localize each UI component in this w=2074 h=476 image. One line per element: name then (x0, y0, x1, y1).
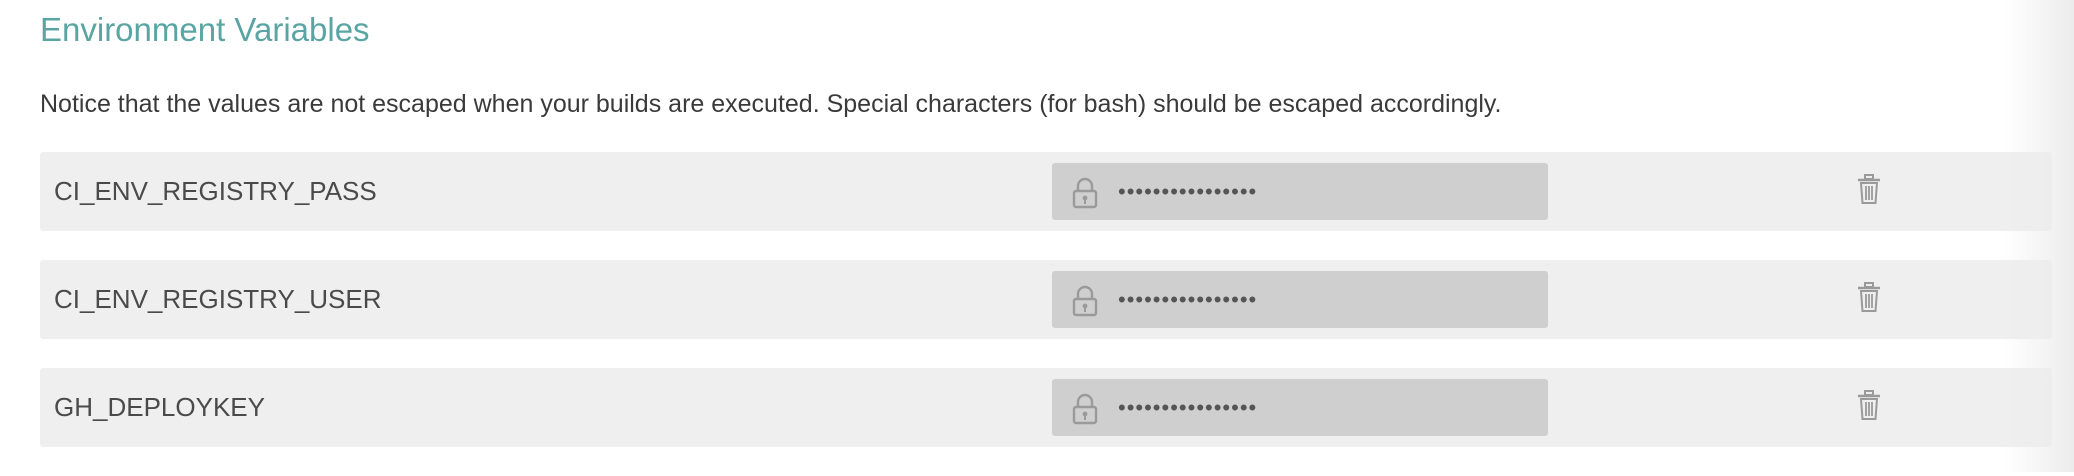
env-variable-value-field[interactable]: •••••••••••••••• (1052, 163, 1548, 220)
env-variable-value-field[interactable]: •••••••••••••••• (1052, 271, 1548, 328)
lock-icon (1071, 285, 1099, 317)
trash-icon (1856, 173, 1882, 210)
env-variable-list: CI_ENV_REGISTRY_PASS •••••••••••••••• CI… (40, 152, 2052, 476)
delete-variable-button[interactable] (1850, 280, 1888, 318)
lock-icon (1071, 177, 1099, 209)
env-variable-name: CI_ENV_REGISTRY_USER (54, 284, 382, 314)
delete-variable-button[interactable] (1850, 172, 1888, 210)
lock-icon (1071, 393, 1099, 425)
masked-value: •••••••••••••••• (1118, 395, 1258, 420)
delete-variable-button[interactable] (1850, 388, 1888, 426)
env-variable-row: CI_ENV_REGISTRY_PASS •••••••••••••••• (40, 152, 2052, 231)
trash-icon (1856, 281, 1882, 318)
env-variable-name: CI_ENV_REGISTRY_PASS (54, 176, 377, 206)
env-variable-row: GH_DEPLOYKEY •••••••••••••••• (40, 368, 2052, 447)
masked-value: •••••••••••••••• (1118, 179, 1258, 204)
section-title: Environment Variables (40, 11, 370, 48)
env-variable-value-field[interactable]: •••••••••••••••• (1052, 379, 1548, 436)
masked-value: •••••••••••••••• (1118, 287, 1258, 312)
escape-notice: Notice that the values are not escaped w… (40, 90, 1502, 118)
env-variable-row: CI_ENV_REGISTRY_USER •••••••••••••••• (40, 260, 2052, 339)
settings-page: Environment Variables Notice that the va… (0, 0, 2074, 472)
trash-icon (1856, 389, 1882, 426)
env-variable-name: GH_DEPLOYKEY (54, 392, 265, 422)
